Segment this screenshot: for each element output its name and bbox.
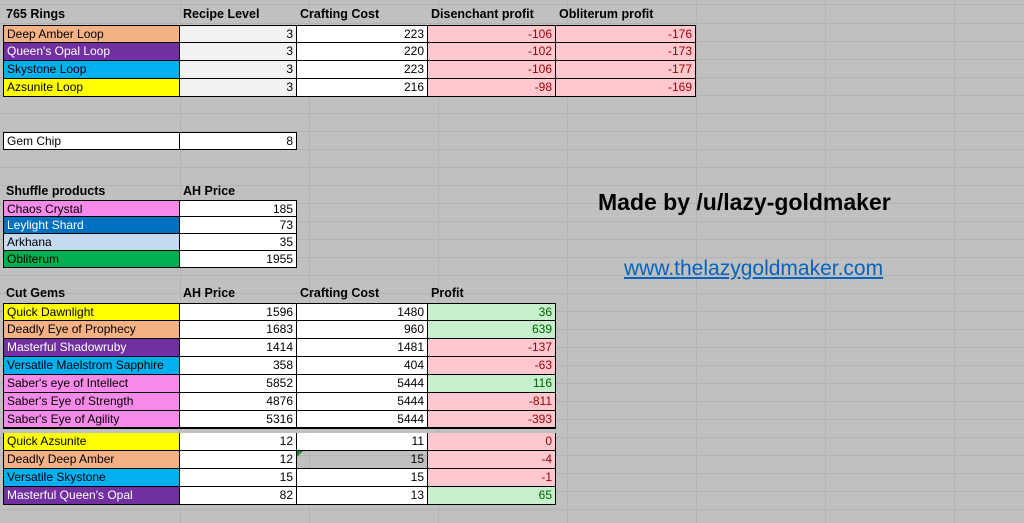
ring-de-profit-cell[interactable]: -102: [428, 43, 556, 61]
ring-de-profit-cell[interactable]: -106: [428, 25, 556, 43]
disenchant-profit-header[interactable]: Disenchant profit: [428, 6, 555, 24]
gem-name-cell[interactable]: Saber's Eye of Agility: [3, 411, 180, 429]
gem-profit-cell[interactable]: -1: [428, 469, 556, 487]
shuffle-price-cell[interactable]: 73: [180, 217, 297, 234]
shuffle-price-cell[interactable]: 185: [180, 200, 297, 217]
shuffle-price-header[interactable]: AH Price: [180, 183, 296, 201]
gem-cost-cell[interactable]: 15: [297, 469, 428, 487]
obliterum-profit-header[interactable]: Obliterum profit: [556, 6, 696, 24]
recipe-level-header[interactable]: Recipe Level: [180, 6, 296, 24]
cut-gems-header[interactable]: Cut Gems: [3, 285, 179, 303]
ring-cost-cell[interactable]: 223: [297, 25, 428, 43]
gem-cost-cell[interactable]: 5444: [297, 393, 428, 411]
gem-price-cell[interactable]: 15: [180, 469, 297, 487]
made-by-text: Made by /u/lazy-goldmaker: [598, 189, 891, 215]
gem-cost-cell[interactable]: 1481: [297, 339, 428, 357]
gem-price-cell[interactable]: 1414: [180, 339, 297, 357]
gem-profit-cell[interactable]: -4: [428, 451, 556, 469]
ring-ob-profit-cell[interactable]: -176: [556, 25, 696, 43]
gem-price-cell[interactable]: 5852: [180, 375, 297, 393]
gem-profit-cell[interactable]: -393: [428, 411, 556, 429]
shuffle-name-cell[interactable]: Leylight Shard: [3, 217, 180, 234]
gem-profit-header[interactable]: Profit: [428, 285, 555, 303]
gem-price-cell[interactable]: 12: [180, 433, 297, 451]
shuffle-price-cell[interactable]: 1955: [180, 251, 297, 268]
gem-price-cell[interactable]: 1596: [180, 303, 297, 321]
gem-profit-cell[interactable]: -137: [428, 339, 556, 357]
shuffle-header[interactable]: Shuffle products: [3, 183, 179, 201]
ring-name-cell[interactable]: Deep Amber Loop: [3, 25, 180, 43]
ring-ob-profit-cell[interactable]: -173: [556, 43, 696, 61]
gem-name-cell[interactable]: Versatile Skystone: [3, 469, 180, 487]
gem-name-cell[interactable]: Masterful Shadowruby: [3, 339, 180, 357]
ring-de-profit-cell[interactable]: -98: [428, 79, 556, 97]
gem-profit-cell[interactable]: 36: [428, 303, 556, 321]
ring-level-cell[interactable]: 3: [180, 43, 297, 61]
gem-price-cell[interactable]: 82: [180, 487, 297, 505]
gem-name-cell[interactable]: Quick Azsunite: [3, 433, 180, 451]
ring-level-cell[interactable]: 3: [180, 25, 297, 43]
gem-cost-cell[interactable]: 5444: [297, 411, 428, 429]
gem-cost-cell[interactable]: 11: [297, 433, 428, 451]
gem-cost-cell[interactable]: 5444: [297, 375, 428, 393]
crafting-cost-header[interactable]: Crafting Cost: [297, 6, 427, 24]
ring-cost-cell[interactable]: 223: [297, 61, 428, 79]
gem-profit-cell[interactable]: 0: [428, 433, 556, 451]
gem-price-cell[interactable]: 358: [180, 357, 297, 375]
gem-cost-header[interactable]: Crafting Cost: [297, 285, 427, 303]
gem-name-cell[interactable]: Saber's Eye of Strength: [3, 393, 180, 411]
gem-profit-cell[interactable]: 116: [428, 375, 556, 393]
ring-level-cell[interactable]: 3: [180, 79, 297, 97]
ring-de-profit-cell[interactable]: -106: [428, 61, 556, 79]
ring-ob-profit-cell[interactable]: -169: [556, 79, 696, 97]
gem-chip-value[interactable]: 8: [180, 132, 297, 150]
gem-name-cell[interactable]: Masterful Queen's Opal: [3, 487, 180, 505]
gem-profit-cell[interactable]: -811: [428, 393, 556, 411]
gem-name-cell[interactable]: Deadly Deep Amber: [3, 451, 180, 469]
gem-price-cell[interactable]: 12: [180, 451, 297, 469]
ring-level-cell[interactable]: 3: [180, 61, 297, 79]
gem-chip-label[interactable]: Gem Chip: [3, 132, 180, 150]
gem-profit-cell[interactable]: -63: [428, 357, 556, 375]
gem-profit-cell[interactable]: 65: [428, 487, 556, 505]
gem-cost-cell[interactable]: 15: [297, 451, 428, 469]
shuffle-name-cell[interactable]: Chaos Crystal: [3, 200, 180, 217]
ring-cost-cell[interactable]: 216: [297, 79, 428, 97]
gem-cost-cell[interactable]: 404: [297, 357, 428, 375]
gem-cost-cell[interactable]: 13: [297, 487, 428, 505]
ring-name-cell[interactable]: Azsunite Loop: [3, 79, 180, 97]
gem-cost-cell[interactable]: 960: [297, 321, 428, 339]
ring-ob-profit-cell[interactable]: -177: [556, 61, 696, 79]
gem-name-cell[interactable]: Versatile Maelstrom Sapphire: [3, 357, 180, 375]
gem-price-cell[interactable]: 4876: [180, 393, 297, 411]
gem-profit-cell[interactable]: 639: [428, 321, 556, 339]
ring-name-cell[interactable]: Queen's Opal Loop: [3, 43, 180, 61]
rings-header[interactable]: 765 Rings: [3, 6, 179, 24]
gem-cost-cell[interactable]: 1480: [297, 303, 428, 321]
shuffle-price-cell[interactable]: 35: [180, 234, 297, 251]
gem-price-cell[interactable]: 5316: [180, 411, 297, 429]
gem-name-cell[interactable]: Quick Dawnlight: [3, 303, 180, 321]
gem-price-header[interactable]: AH Price: [180, 285, 296, 303]
gem-price-cell[interactable]: 1683: [180, 321, 297, 339]
shuffle-name-cell[interactable]: Obliterum: [3, 251, 180, 268]
website-link[interactable]: www.thelazygoldmaker.com: [624, 257, 883, 281]
gem-name-cell[interactable]: Saber's eye of Intellect: [3, 375, 180, 393]
shuffle-name-cell[interactable]: Arkhana: [3, 234, 180, 251]
ring-cost-cell[interactable]: 220: [297, 43, 428, 61]
gem-name-cell[interactable]: Deadly Eye of Prophecy: [3, 321, 180, 339]
ring-name-cell[interactable]: Skystone Loop: [3, 61, 180, 79]
